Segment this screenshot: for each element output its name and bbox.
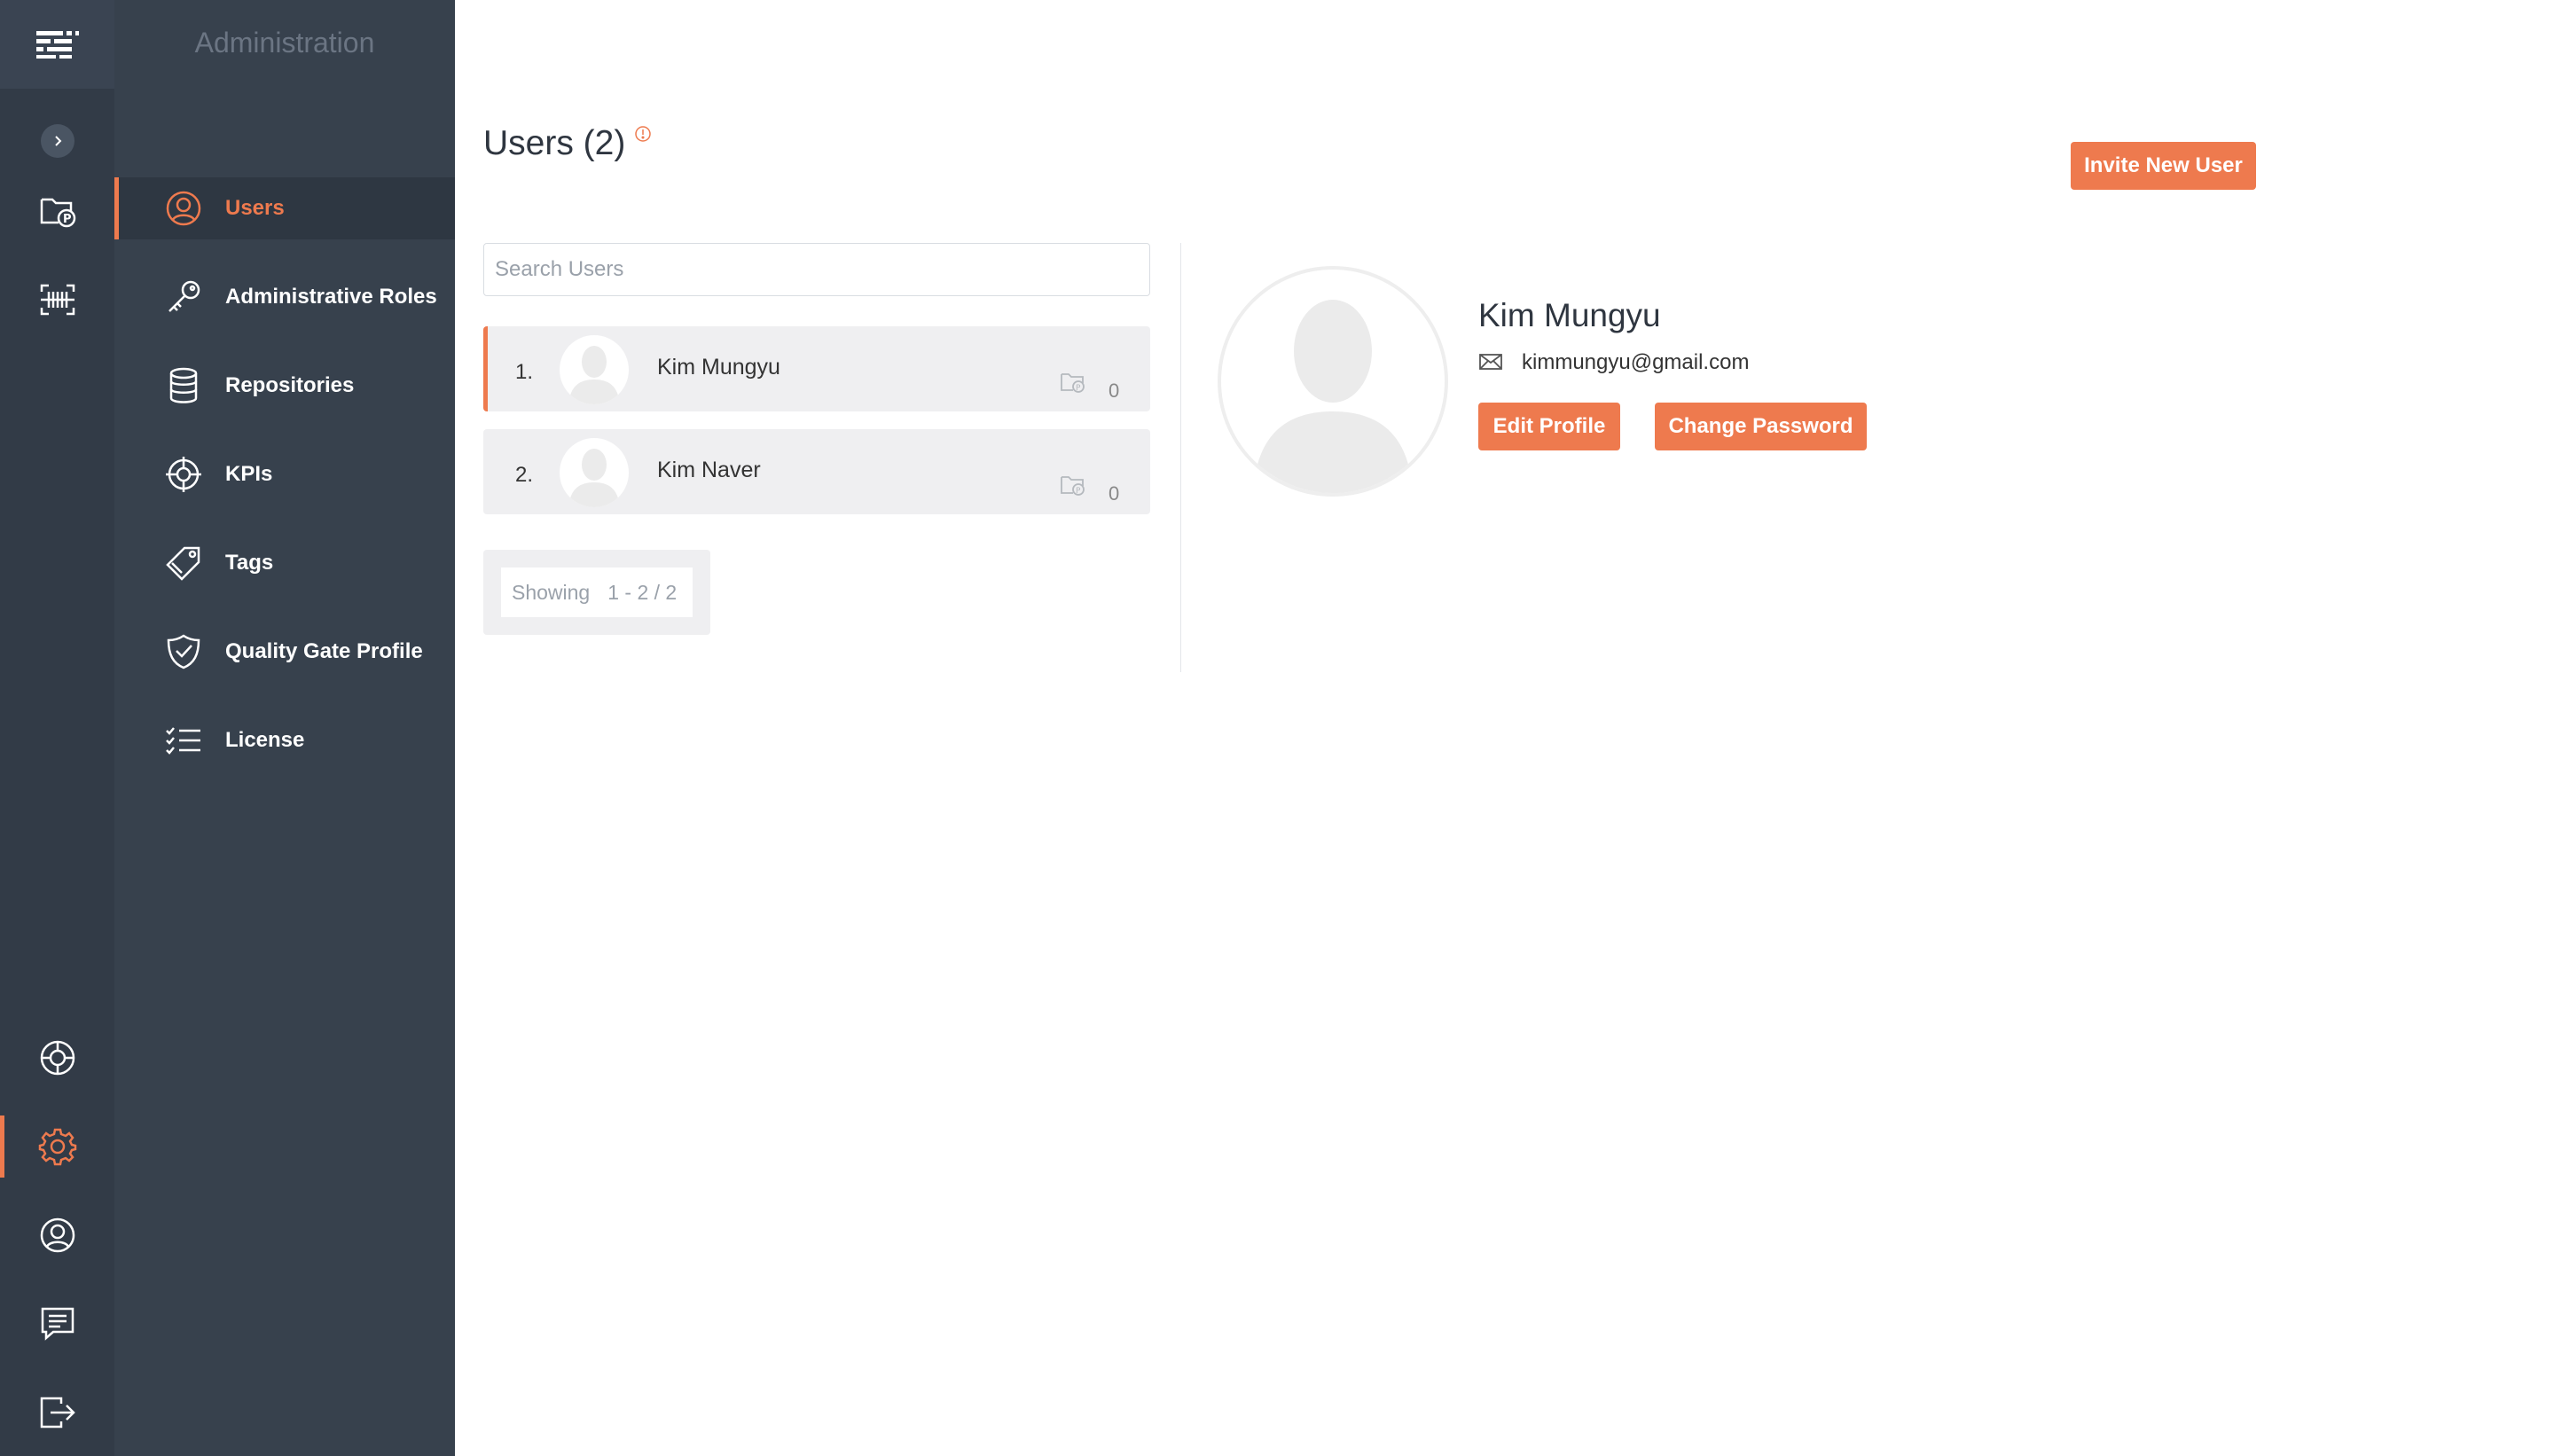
expand-chevron-icon[interactable] — [41, 124, 74, 158]
sidebar-item-label: Users — [225, 196, 285, 220]
crosshair-icon — [164, 455, 203, 494]
page-title: Users (2) — [483, 124, 626, 162]
profile-name: Kim Mungyu — [1478, 297, 1661, 333]
repository-folder-icon: P — [1060, 371, 1086, 398]
lifebuoy-icon[interactable] — [0, 1027, 114, 1089]
checklist-icon — [164, 721, 203, 760]
user-name: Kim Naver — [657, 458, 761, 482]
sidebar-item-label: License — [225, 728, 305, 752]
icon-rail: P — [0, 0, 114, 1456]
user-circle-icon — [164, 189, 203, 228]
user-icon[interactable] — [0, 1204, 114, 1266]
key-icon — [164, 278, 203, 317]
admin-sidebar: Administration Users Administrative Role… — [114, 0, 455, 1456]
avatar — [560, 438, 629, 507]
mail-icon — [1478, 352, 1503, 376]
repository-folder-icon: P — [1060, 474, 1086, 501]
search-users-input[interactable] — [483, 243, 1150, 296]
repository-folder-icon[interactable]: P — [0, 180, 114, 242]
pagination-label: Showing — [512, 580, 591, 604]
row-number: 2. — [515, 463, 534, 487]
avatar — [560, 335, 629, 404]
logo-icon[interactable] — [0, 0, 114, 89]
sidebar-item-quality-gate-profile[interactable]: Quality Gate Profile — [114, 621, 455, 683]
tags-icon — [164, 544, 203, 583]
logout-icon[interactable] — [0, 1382, 114, 1444]
change-password-button[interactable]: Change Password — [1655, 403, 1867, 450]
repository-count: 0 — [1109, 482, 1120, 505]
svg-text:P: P — [1076, 487, 1081, 496]
edit-profile-button[interactable]: Edit Profile — [1478, 403, 1620, 450]
sidebar-item-label: Tags — [225, 551, 274, 575]
pagination-range: 1 - 2 / 2 — [607, 580, 678, 604]
row-number: 1. — [515, 360, 534, 384]
profile-avatar — [1218, 266, 1448, 497]
chat-icon[interactable] — [0, 1293, 114, 1355]
sidebar-item-label: Quality Gate Profile — [225, 639, 423, 663]
repository-count: 0 — [1109, 380, 1120, 402]
gear-icon[interactable] — [0, 1115, 114, 1178]
sidebar-title: Administration — [194, 27, 375, 59]
svg-text:P: P — [63, 213, 72, 226]
user-name: Kim Mungyu — [657, 355, 780, 380]
pagination-info: Showing 1 - 2 / 2 — [501, 568, 693, 617]
divider — [1180, 243, 1181, 672]
sidebar-item-label: Administrative Roles — [225, 285, 437, 309]
sidebar-item-administrative-roles[interactable]: Administrative Roles — [114, 266, 455, 328]
sidebar-item-repositories[interactable]: Repositories — [114, 355, 455, 417]
sidebar-item-users[interactable]: Users — [114, 177, 455, 239]
sidebar-item-license[interactable]: License — [114, 709, 455, 771]
pagination: Showing 1 - 2 / 2 — [483, 550, 710, 635]
svg-text:P: P — [1076, 384, 1081, 393]
database-icon — [164, 366, 203, 405]
sidebar-item-label: KPIs — [225, 462, 273, 486]
invite-new-user-button[interactable]: Invite New User — [2071, 142, 2256, 190]
scanner-icon[interactable] — [0, 269, 114, 331]
sidebar-item-tags[interactable]: Tags — [114, 532, 455, 594]
app-root: P Administration Users Administrative Ro… — [0, 0, 2554, 1456]
sidebar-item-kpis[interactable]: KPIs — [114, 443, 455, 505]
shield-check-icon — [164, 632, 203, 671]
info-icon[interactable] — [634, 125, 652, 147]
user-list-item[interactable]: 1. Kim Mungyu P 0 — [483, 326, 1150, 411]
user-list-item[interactable]: 2. Kim Naver P 0 — [483, 429, 1150, 514]
sidebar-item-label: Repositories — [225, 373, 355, 397]
profile-email: kimmungyu@gmail.com — [1522, 350, 1750, 374]
